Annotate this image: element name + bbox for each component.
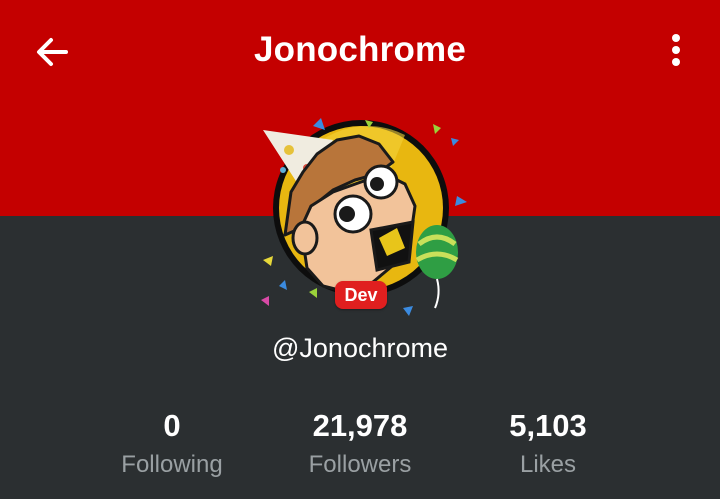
following-label: Following xyxy=(121,451,223,478)
dev-badge: Dev xyxy=(335,281,387,309)
page-title: Jonochrome xyxy=(253,30,467,69)
username-handle: @Jonochrome xyxy=(272,333,448,363)
followers-count: 21,978 xyxy=(312,408,408,443)
likes-count: 5,103 xyxy=(509,408,587,443)
followers-label: Followers xyxy=(308,451,412,478)
followers-stat[interactable]: 21,978 Followers xyxy=(260,406,460,480)
more-options-button[interactable] xyxy=(656,28,696,72)
following-stat[interactable]: 0 Following xyxy=(72,406,272,480)
likes-label: Likes xyxy=(519,451,577,478)
following-count: 0 xyxy=(163,408,181,443)
likes-stat[interactable]: 5,103 Likes xyxy=(448,406,648,480)
more-vertical-icon xyxy=(672,34,680,66)
avatar[interactable]: Dev xyxy=(255,110,470,320)
